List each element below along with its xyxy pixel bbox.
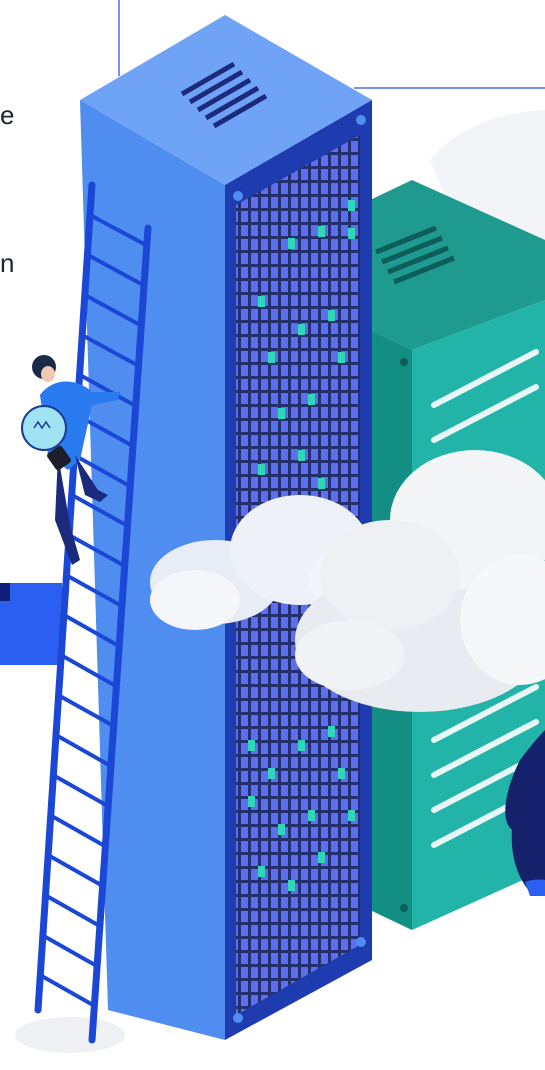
rack-screw [356, 937, 366, 947]
rack-screw [233, 191, 243, 201]
server-racks-ladder-illustration [0, 0, 545, 1053]
rack-screw [356, 115, 366, 125]
seated-person-partial-shoe [525, 879, 545, 896]
rack-screw [400, 904, 408, 912]
cta-block-accent [0, 583, 10, 601]
rack-screw [400, 358, 408, 366]
rack-screw [233, 1013, 243, 1023]
floor-shadow [15, 1017, 125, 1053]
